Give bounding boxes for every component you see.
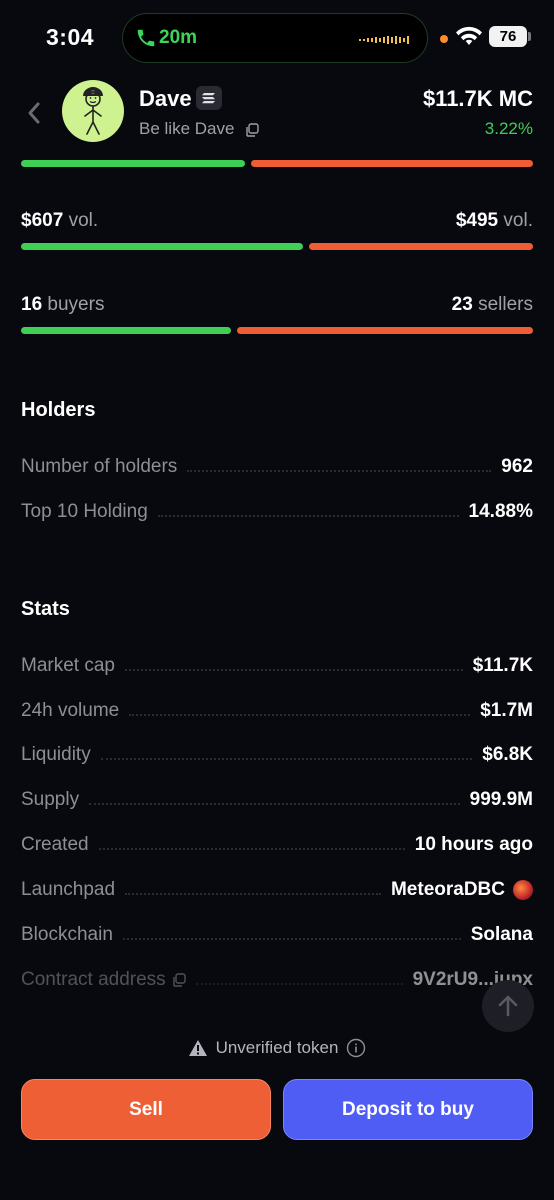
buyers-number: 16 (21, 294, 43, 315)
buyers-count: 16 buyers (21, 294, 104, 316)
sell-button[interactable]: Sell (21, 1079, 271, 1140)
row-label: Blockchain (21, 924, 113, 945)
audio-wave-icon (359, 36, 409, 44)
buy-volume-bar (21, 243, 303, 250)
row-leader (89, 803, 460, 805)
row-leader (157, 515, 459, 517)
unverified-text: Unverified token (215, 1038, 339, 1057)
token-subtitle-text: Be like Dave (139, 119, 235, 138)
holders-row: Number of holders 962 (21, 454, 533, 480)
sell-volume-unit: vol. (503, 210, 533, 231)
row-value: Solana (470, 924, 533, 945)
row-label: Contract address (21, 969, 186, 991)
stats-row: Created 10 hours ago (21, 832, 533, 858)
stats-row: Blockchain Solana (21, 922, 533, 948)
sellers-bar (237, 327, 533, 334)
sell-pressure-bar (251, 160, 533, 167)
row-label: Launchpad (21, 879, 116, 900)
token-name: Dave (139, 86, 192, 111)
token-subtitle: Be like Dave (139, 119, 234, 139)
row-leader (195, 983, 403, 985)
token-avatar (62, 80, 124, 142)
row-label: 24h volume (21, 700, 120, 721)
row-value: 962 (501, 456, 533, 477)
privacy-indicator-icon (440, 35, 448, 43)
phone-icon (137, 29, 155, 47)
back-chevron-icon[interactable] (24, 98, 44, 128)
stats-row: Contract address 9V2rU9...iupx (21, 967, 533, 993)
row-value: 10 hours ago (414, 834, 533, 855)
buy-volume: $607 vol. (21, 210, 98, 232)
stick-figure-icon (83, 87, 103, 135)
row-leader (124, 669, 463, 671)
row-leader (125, 893, 381, 895)
market-cap-header: $11.7K MC (422, 86, 533, 111)
call-duration: 20m (159, 27, 198, 48)
holders-title: Holders (21, 399, 96, 421)
deposit-to-buy-button[interactable]: Deposit to buy (283, 1079, 533, 1140)
meteora-logo-icon (513, 880, 533, 900)
price-change: 3.22% (484, 119, 533, 138)
stats-row: Liquidity $6.8K (21, 742, 533, 768)
battery-icon: 76 (489, 26, 527, 47)
unverified-warning: Unverified token (0, 1038, 554, 1058)
buy-volume-amount: $607 (21, 210, 64, 231)
sell-volume-bar (309, 243, 533, 250)
row-label: Number of holders (21, 456, 178, 477)
warning-icon (188, 1040, 207, 1056)
row-label: Liquidity (21, 744, 91, 765)
stats-row: Market cap $11.7K (21, 653, 533, 679)
sellers-label: sellers (478, 294, 533, 315)
sellers-number: 23 (451, 294, 473, 315)
status-bar: 3:04 20m 76 (0, 0, 554, 76)
stats-row: Launchpad MeteoraDBC (21, 877, 533, 903)
sellers-count: 23 sellers (452, 294, 533, 316)
dynamic-island-call[interactable]: 20m (122, 13, 428, 63)
copy-icon[interactable] (172, 973, 186, 987)
status-time: 3:04 (46, 24, 95, 50)
launchpad-value[interactable]: MeteoraDBC (391, 879, 533, 901)
row-label: Market cap (21, 655, 115, 676)
row-value: 999.9M (469, 789, 533, 810)
scroll-to-top-button[interactable] (482, 980, 534, 1032)
solana-icon (196, 86, 222, 110)
row-value: 14.88% (468, 501, 533, 522)
row-value: $6.8K (482, 744, 533, 765)
copy-icon[interactable] (245, 123, 259, 137)
row-label: Created (21, 834, 89, 855)
stats-row: 24h volume $1.7M (21, 698, 533, 724)
row-value: $1.7M (480, 700, 533, 721)
stats-title: Stats (21, 598, 70, 620)
contract-address-label: Contract address (21, 969, 166, 990)
wifi-icon (456, 26, 482, 45)
holders-row: Top 10 Holding 14.88% (21, 499, 533, 525)
buy-pressure-bar (21, 160, 245, 167)
row-leader (98, 848, 405, 850)
buy-volume-unit: vol. (68, 210, 99, 231)
sell-volume: $495 vol. (456, 210, 533, 232)
sell-volume-amount: $495 (455, 210, 499, 231)
row-value: $11.7K (472, 655, 533, 676)
arrow-up-icon (498, 995, 518, 1017)
row-leader (129, 714, 471, 716)
battery-nub (528, 32, 531, 41)
row-value: MeteoraDBC (390, 879, 505, 900)
row-leader (100, 758, 473, 760)
row-leader (187, 470, 492, 472)
row-label: Supply (21, 789, 80, 810)
stats-row: Supply 999.9M (21, 787, 533, 813)
buyers-label: buyers (47, 294, 105, 315)
row-label: Top 10 Holding (21, 501, 148, 522)
row-leader (122, 938, 461, 940)
buyers-bar (21, 327, 231, 334)
info-icon[interactable] (346, 1038, 366, 1058)
